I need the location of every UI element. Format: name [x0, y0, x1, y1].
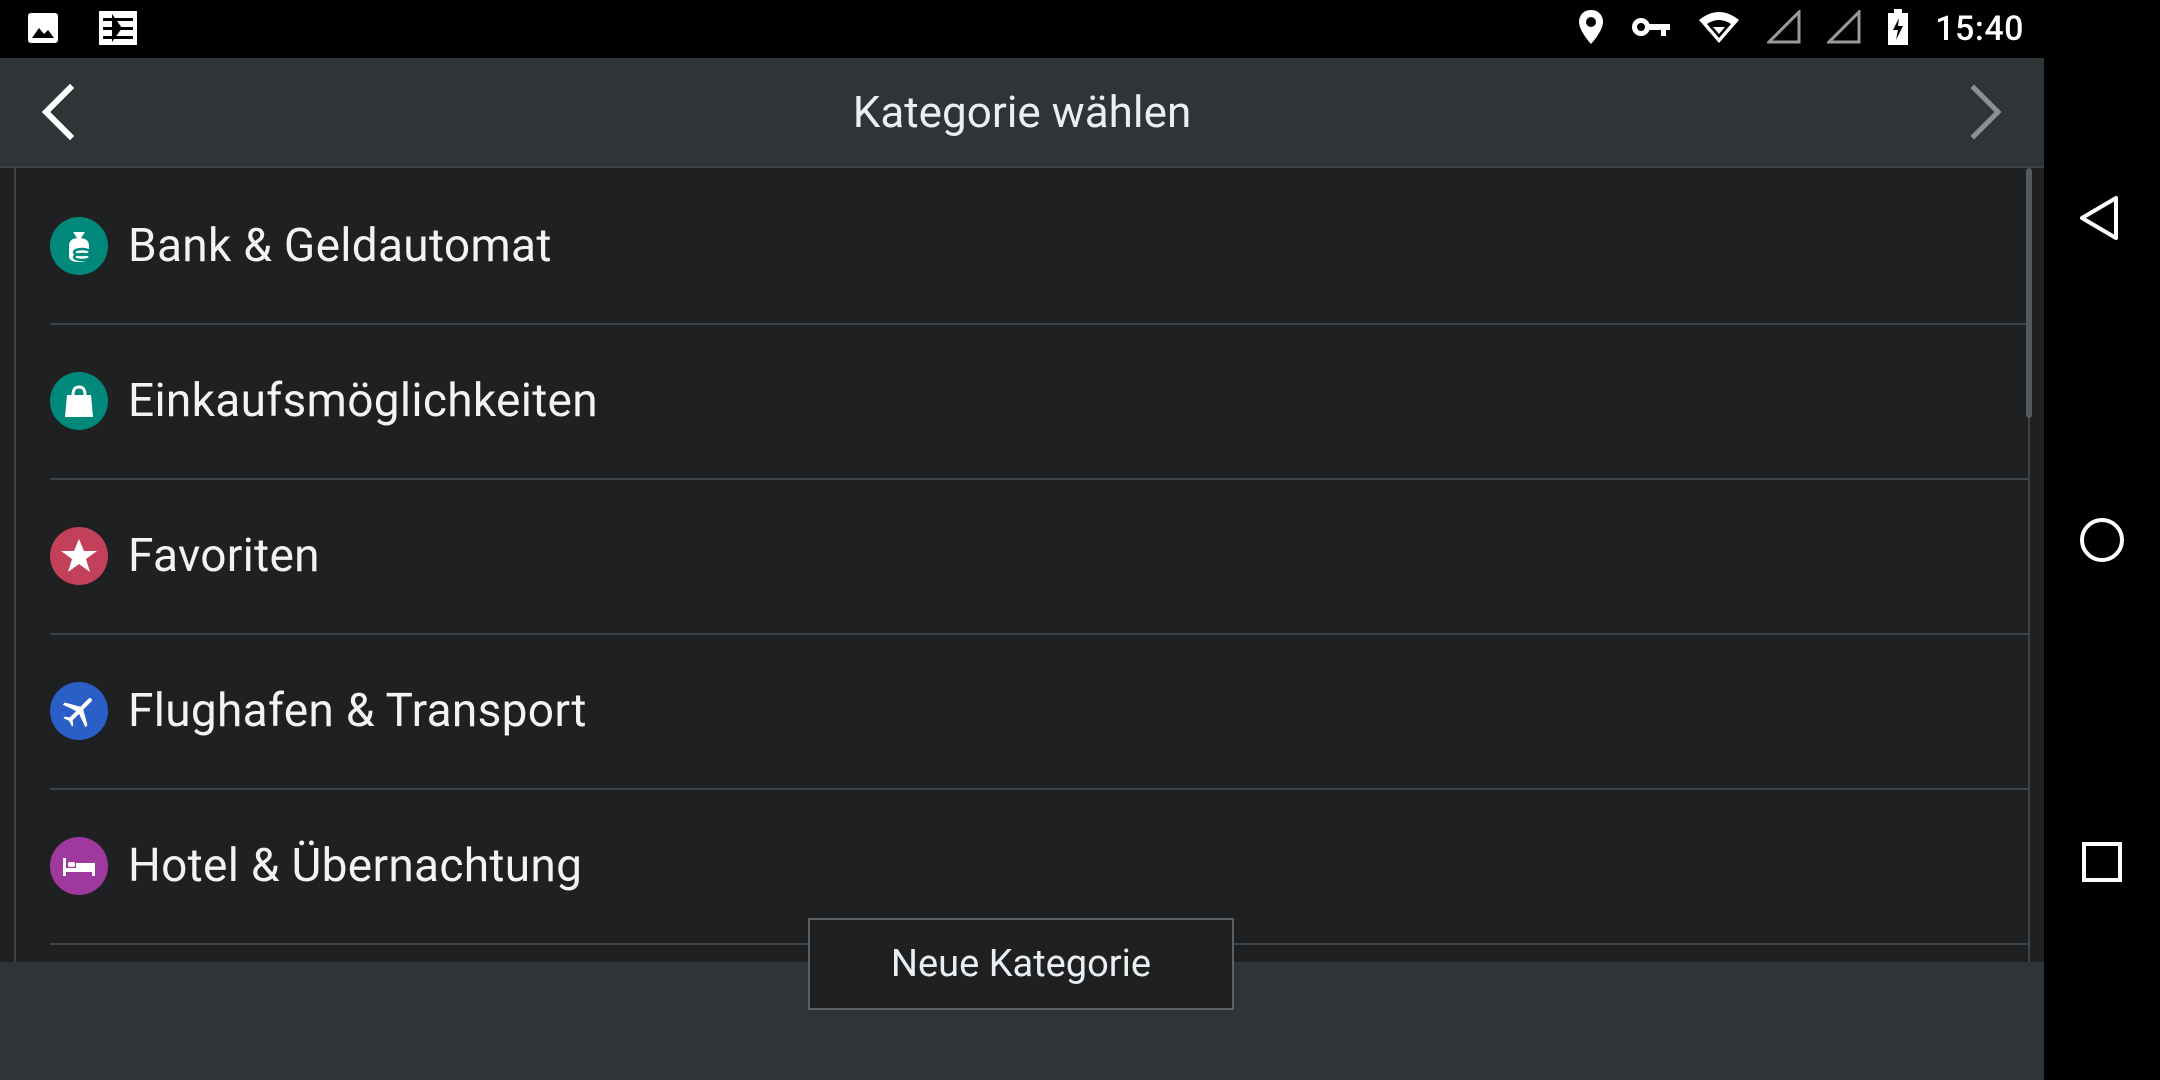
new-category-button[interactable]: Neue Kategorie [808, 918, 1234, 1010]
signal-icon [1765, 8, 1801, 48]
list-item-favorites[interactable]: Favoriten [50, 478, 2028, 635]
list-item-label: Hotel & Übernachtung [128, 838, 583, 893]
star-icon [50, 526, 108, 585]
list-item-airport[interactable]: Flughafen & Transport [50, 633, 2028, 790]
airplane-icon [50, 681, 108, 740]
recents-square-icon[interactable] [2072, 832, 2132, 892]
list-item-shopping[interactable]: Einkaufsmöglichkeiten [50, 323, 2028, 480]
list-item-bank[interactable]: Bank & Geldautomat [50, 168, 2028, 325]
bed-icon [50, 836, 108, 895]
status-bar: 15:40 [0, 0, 2044, 58]
shopping-bag-icon [50, 371, 108, 430]
category-list[interactable]: Bank & Geldautomat Einkaufsmöglichkeiten… [14, 168, 2030, 962]
sliders-icon [98, 10, 138, 50]
signal-icon [1825, 8, 1861, 48]
battery-icon [1887, 8, 1909, 50]
list-item-label: Bank & Geldautomat [128, 218, 552, 273]
key-icon [1631, 14, 1671, 44]
list-item-label: Favoriten [128, 528, 320, 583]
list-item-label: Einkaufsmöglichkeiten [128, 373, 598, 428]
list-item-label: Flughafen & Transport [128, 683, 587, 738]
location-icon [1577, 9, 1605, 49]
chevron-right-icon[interactable] [1954, 82, 2014, 142]
money-bag-icon [50, 216, 108, 275]
page-title: Kategorie wählen [852, 86, 1192, 138]
wifi-icon [1697, 10, 1741, 48]
home-circle-icon[interactable] [2072, 510, 2132, 570]
scrollbar[interactable] [2026, 168, 2032, 418]
image-icon [26, 11, 60, 49]
toolbar: Kategorie wählen [0, 58, 2044, 168]
back-triangle-icon[interactable] [2072, 188, 2132, 248]
clock: 15:40 [1935, 9, 2024, 49]
system-nav-bar [2044, 0, 2160, 1080]
